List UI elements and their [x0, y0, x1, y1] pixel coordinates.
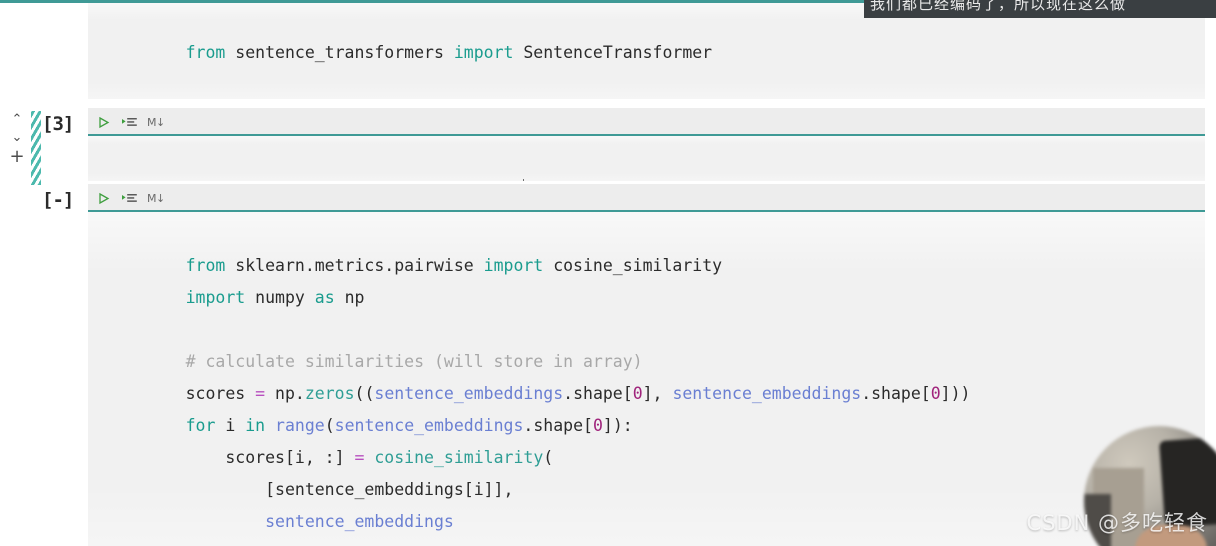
code-token: cosine_similarity: [553, 256, 723, 275]
cell-gap: [88, 99, 1205, 108]
play-triangle-icon[interactable]: [97, 113, 110, 131]
cell-1-toolbar: M↓: [88, 108, 1205, 136]
code-token: from: [185, 43, 236, 62]
notebook-column: from sentence_transformers import Senten…: [88, 3, 1216, 546]
play-triangle-icon[interactable]: [97, 189, 110, 207]
chevron-down-icon[interactable]: ⌄: [7, 129, 27, 147]
code-token: 0: [930, 384, 941, 403]
code-token: np: [344, 288, 365, 307]
execution-count-cell-1: [3]: [42, 113, 74, 135]
code-token: import: [185, 288, 256, 307]
code-token: 0: [632, 384, 643, 403]
code-token: .shape[: [861, 384, 931, 403]
code-token: import: [453, 43, 524, 62]
code-line-2-9: )[0]: [126, 506, 265, 546]
code-token: ])): [940, 384, 971, 403]
code-token: ]):: [602, 416, 633, 435]
cell-2-toolbar: M↓: [88, 184, 1205, 212]
run-and-advance-icon[interactable]: [121, 189, 138, 207]
markdown-icon[interactable]: M↓: [147, 189, 165, 207]
markdown-icon[interactable]: M↓: [147, 113, 165, 131]
code-token: sentence_embeddings: [672, 384, 862, 403]
code-token: as: [314, 288, 345, 307]
code-token: 0: [592, 416, 603, 435]
code-token: sentence_embeddings: [265, 512, 454, 531]
code-token: sentence_transformers: [235, 43, 454, 62]
notebook-screen: ⌃ ⌄ + [3] [-] from sentence_transformers…: [0, 0, 1216, 546]
run-and-advance-icon[interactable]: [121, 113, 138, 131]
selected-cell-marker: [31, 111, 41, 185]
code-token: numpy: [255, 288, 315, 307]
top-right-caption-panel: 我们都已经编码了，所以现在这么做: [864, 0, 1216, 18]
csdn-watermark: CSDN @多吃轻食: [1026, 511, 1208, 535]
code-token: import: [483, 256, 554, 275]
code-token: (: [543, 448, 554, 467]
plus-icon[interactable]: +: [7, 147, 27, 169]
code-token: SentenceTransformer: [523, 43, 713, 62]
top-right-caption-text: 我们都已经编码了，所以现在这么做: [870, 0, 1127, 13]
editor-gutter: ⌃ ⌄ + [3] [-]: [0, 3, 88, 546]
code-token: ],: [642, 384, 673, 403]
execution-count-cell-2: [-]: [42, 189, 74, 211]
chevron-up-icon[interactable]: ⌃: [7, 111, 27, 129]
gutter-controls: ⌃ ⌄ +: [7, 111, 27, 169]
